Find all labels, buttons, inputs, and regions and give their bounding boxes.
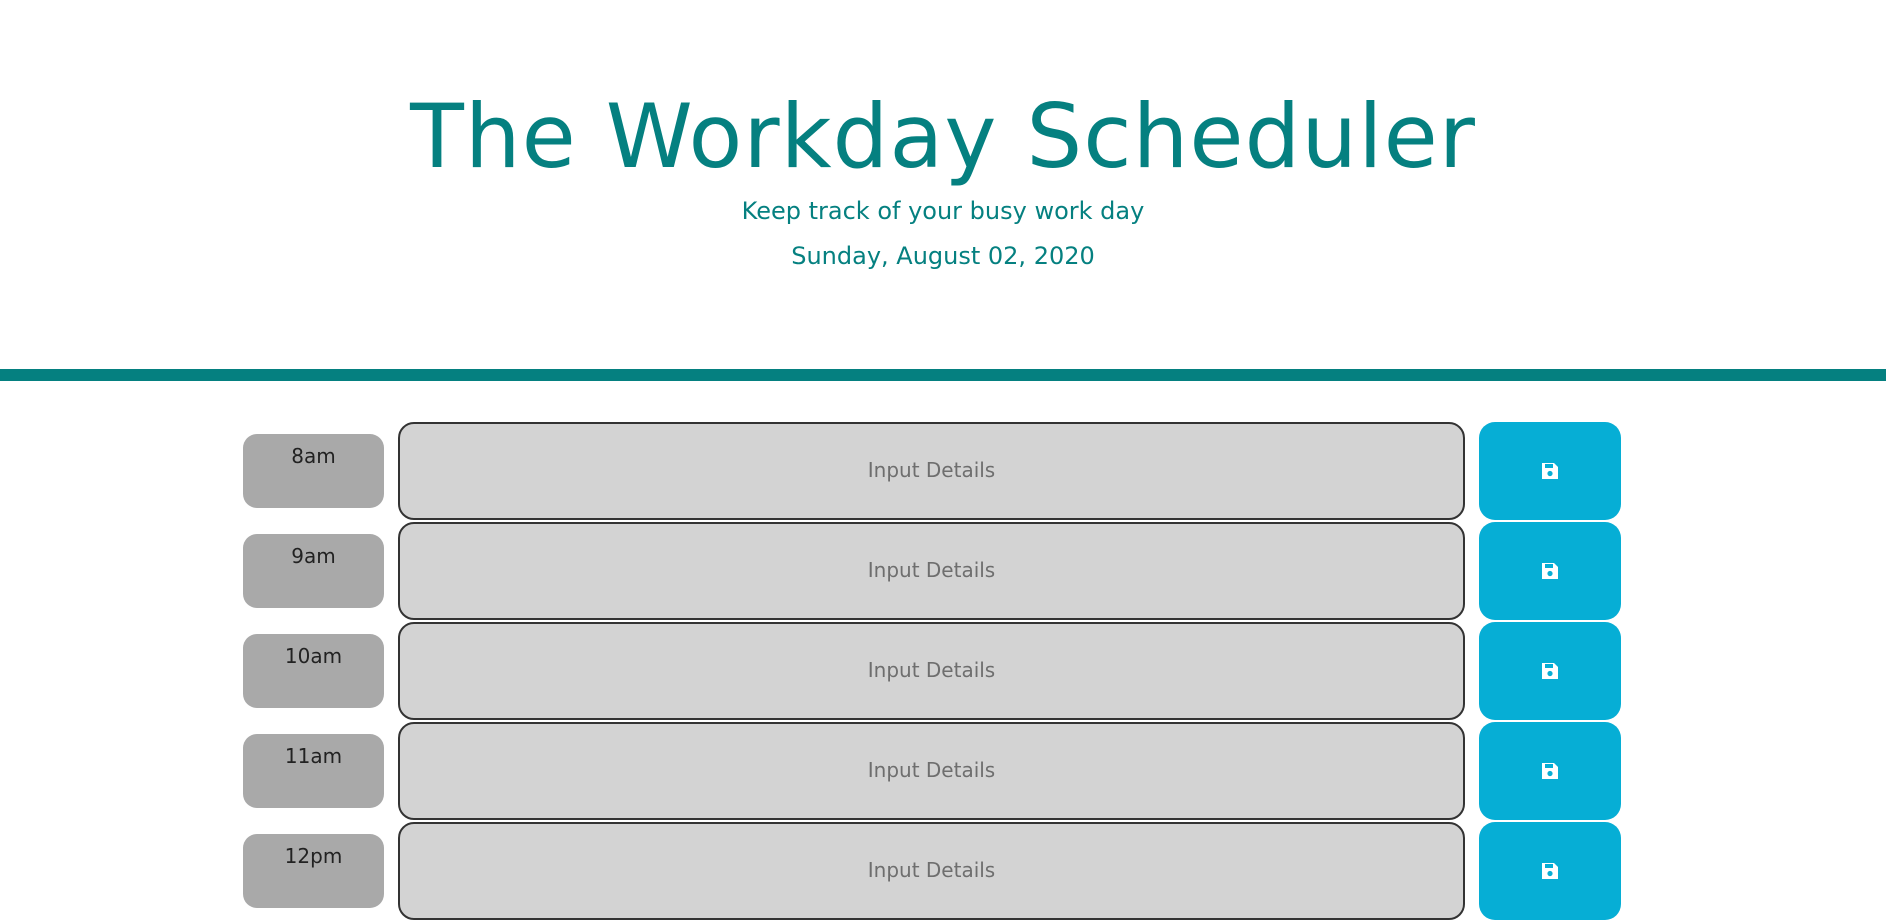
time-block-row: 12pm <box>0 822 1886 922</box>
save-icon <box>1542 463 1558 479</box>
hour-label: 10am <box>243 634 384 708</box>
time-block-row: 10am <box>0 622 1886 722</box>
event-details-input[interactable] <box>398 822 1465 920</box>
save-button[interactable] <box>1479 822 1621 920</box>
event-details-input[interactable] <box>398 422 1465 520</box>
event-details-input[interactable] <box>398 722 1465 820</box>
save-button[interactable] <box>1479 622 1621 720</box>
hour-label: 11am <box>243 734 384 808</box>
page-header: The Workday Scheduler Keep track of your… <box>0 0 1886 369</box>
time-block-row: 8am <box>0 422 1886 522</box>
current-date: Sunday, August 02, 2020 <box>791 242 1095 270</box>
event-details-input[interactable] <box>398 522 1465 620</box>
hour-label: 8am <box>243 434 384 508</box>
save-icon <box>1542 663 1558 679</box>
save-icon <box>1542 763 1558 779</box>
page-title: The Workday Scheduler <box>410 85 1476 188</box>
page-subtitle: Keep track of your busy work day <box>741 197 1145 225</box>
save-button[interactable] <box>1479 522 1621 620</box>
header-divider <box>0 369 1886 381</box>
save-button[interactable] <box>1479 722 1621 820</box>
hour-label: 9am <box>243 534 384 608</box>
save-icon <box>1542 863 1558 879</box>
hour-label: 12pm <box>243 834 384 908</box>
save-icon <box>1542 563 1558 579</box>
time-block-row: 11am <box>0 722 1886 822</box>
time-block-row: 9am <box>0 522 1886 622</box>
event-details-input[interactable] <box>398 622 1465 720</box>
save-button[interactable] <box>1479 422 1621 520</box>
